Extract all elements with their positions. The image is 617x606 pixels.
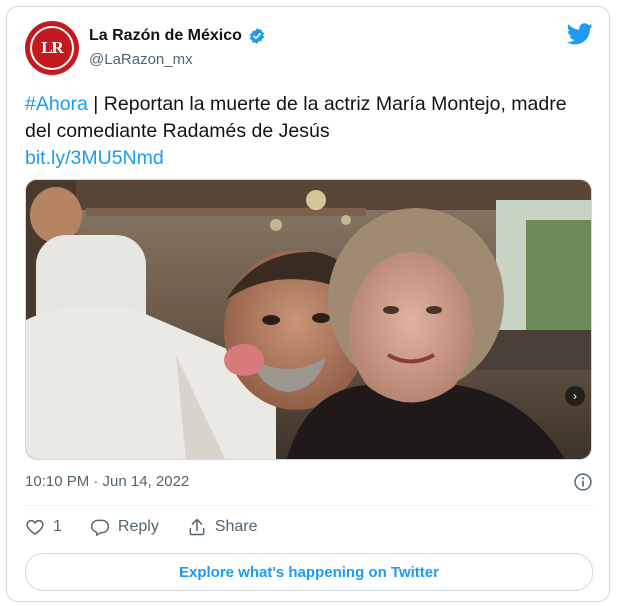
hashtag-link[interactable]: #Ahora — [25, 93, 88, 115]
tweet-timestamp[interactable]: 10:10 PM · Jun 14, 2022 — [25, 473, 189, 490]
account-name-row: La Razón de México — [89, 27, 266, 45]
photo-image — [26, 180, 591, 459]
divider — [25, 505, 593, 506]
tweet-card: LR La Razón de México @LaRazon_mx #Ahora… — [6, 6, 610, 602]
reply-icon — [90, 519, 109, 536]
like-button[interactable]: 1 — [25, 517, 62, 537]
like-count: 1 — [53, 518, 62, 535]
short-link[interactable]: bit.ly/3MU5Nmd — [25, 147, 164, 169]
tweet-actions: 1 Reply Share — [25, 517, 286, 537]
twitter-bird-icon[interactable] — [567, 23, 593, 45]
share-label: Share — [214, 518, 258, 535]
tweet-photo[interactable]: › — [25, 179, 592, 460]
next-photo-button[interactable]: › — [565, 386, 585, 406]
avatar-logo: LR — [30, 26, 74, 70]
info-icon[interactable] — [573, 472, 593, 492]
tweet-body: | Reportan la muerte de la actriz María … — [25, 93, 567, 142]
chevron-right-icon: › — [573, 389, 577, 403]
heart-icon — [26, 519, 44, 535]
reply-label: Reply — [117, 518, 159, 535]
share-button[interactable]: Share — [187, 517, 258, 537]
share-icon — [189, 518, 205, 536]
tweet-text: #Ahora | Reportan la muerte de la actriz… — [25, 91, 595, 172]
reply-button[interactable]: Reply — [90, 517, 159, 537]
account-handle[interactable]: @LaRazon_mx — [89, 51, 193, 68]
account-name[interactable]: La Razón de México — [89, 27, 242, 45]
explore-twitter-button[interactable]: Explore what's happening on Twitter — [25, 553, 593, 591]
verified-badge-icon — [249, 28, 264, 44]
avatar[interactable]: LR — [25, 21, 79, 75]
